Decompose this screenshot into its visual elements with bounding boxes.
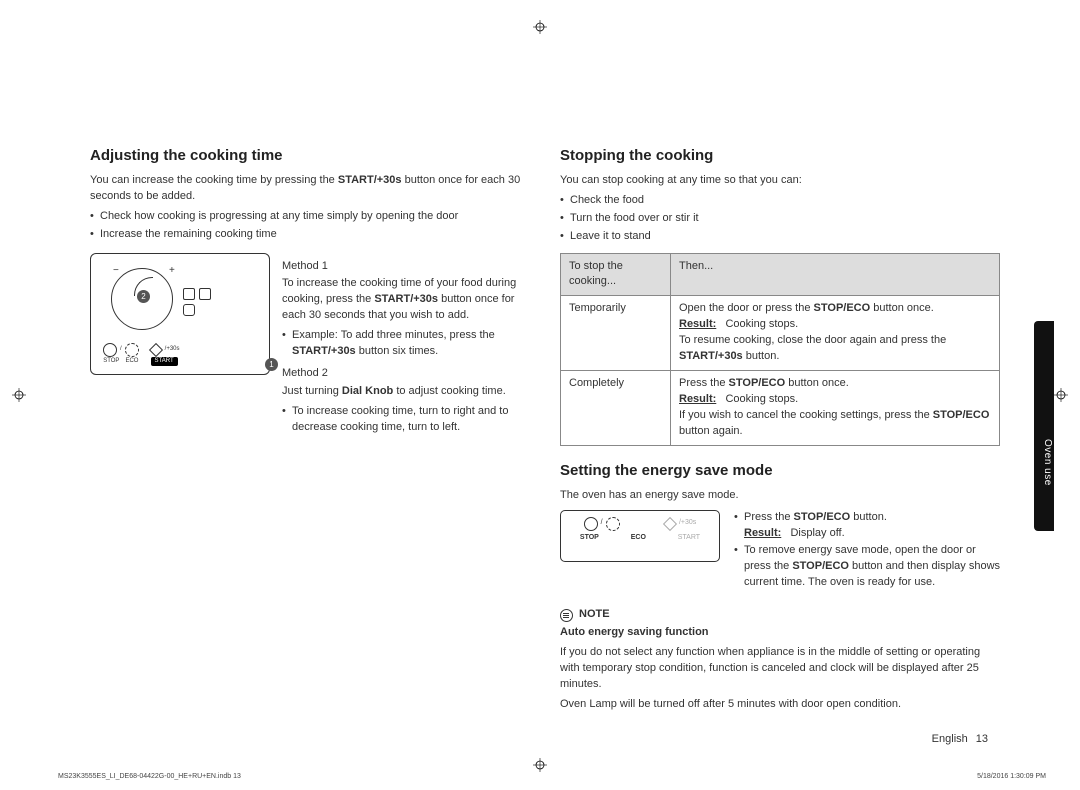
column-right: Stopping the cooking You can stop cookin… bbox=[560, 145, 1000, 717]
row-completely-body: Press the STOP/ECO button once. Result: … bbox=[671, 371, 1000, 446]
stop-eco-panel-figure: / /+30s STOP ECO START bbox=[560, 510, 720, 562]
stop-eco-button-icon: / STOPECO bbox=[103, 343, 139, 366]
method-1-heading: Method 1 bbox=[282, 259, 530, 275]
th-to-stop: To stop the cooking... bbox=[561, 253, 671, 296]
start-button-icon: /+30s START bbox=[149, 343, 180, 366]
stop-bullets: Check the food Turn the food over or sti… bbox=[560, 193, 1000, 245]
stop-cooking-table: To stop the cooking... Then... Temporari… bbox=[560, 253, 1000, 446]
method-2-bullet: To increase cooking time, turn to right … bbox=[282, 404, 530, 436]
th-then: Then... bbox=[671, 253, 1000, 296]
page-number: English13 bbox=[932, 732, 988, 748]
footer-timestamp: 5/18/2016 1:30:09 PM bbox=[977, 772, 1046, 782]
energy-bullets: Press the STOP/ECO button. Result: Displ… bbox=[734, 510, 1000, 598]
plus-icon: + bbox=[169, 264, 175, 279]
heading-energy-save: Setting the energy save mode bbox=[560, 460, 1000, 482]
note-subheading: Auto energy saving function bbox=[560, 625, 1000, 641]
row-temporarily-body: Open the door or press the STOP/ECO butt… bbox=[671, 296, 1000, 371]
methods-text: Method 1 To increase the cooking time of… bbox=[282, 253, 530, 442]
minus-icon: − bbox=[113, 264, 119, 279]
bullet: Increase the remaining cooking time bbox=[90, 227, 530, 243]
method-2-body: Just turning Dial Knob to adjust cooking… bbox=[282, 384, 530, 400]
heading-adjusting-time: Adjusting the cooking time bbox=[90, 145, 530, 167]
control-panel-figure: − + 2 / STOPECO /+30s START bbox=[90, 253, 270, 375]
column-left: Adjusting the cooking time You can incre… bbox=[90, 145, 530, 717]
note-paragraph-2: Oven Lamp will be turned off after 5 min… bbox=[560, 697, 1000, 713]
row-completely-label: Completely bbox=[561, 371, 671, 446]
registration-mark-right bbox=[1054, 388, 1068, 402]
intro-text: You can increase the cooking time by pre… bbox=[90, 173, 530, 205]
energy-intro: The oven has an energy save mode. bbox=[560, 488, 1000, 504]
callout-badge-2: 2 bbox=[137, 290, 150, 303]
callout-badge-1: 1 bbox=[265, 358, 278, 371]
bullet: Check how cooking is progressing at any … bbox=[90, 209, 530, 225]
note-paragraph-1: If you do not select any function when a… bbox=[560, 645, 1000, 693]
method-1-example: Example: To add three minutes, press the… bbox=[282, 328, 530, 360]
section-tab-oven-use: Oven use bbox=[1034, 321, 1054, 531]
row-temporarily-label: Temporarily bbox=[561, 296, 671, 371]
footer-filename: MS23K3555ES_LI_DE68-04422G-00_HE+RU+EN.i… bbox=[58, 772, 241, 782]
note-icon bbox=[560, 609, 573, 622]
intro-bullets: Check how cooking is progressing at any … bbox=[90, 209, 530, 243]
method-1-body: To increase the cooking time of your foo… bbox=[282, 276, 530, 324]
heading-stopping-cooking: Stopping the cooking bbox=[560, 145, 1000, 167]
registration-mark-bottom bbox=[533, 758, 547, 772]
print-footer: MS23K3555ES_LI_DE68-04422G-00_HE+RU+EN.i… bbox=[58, 772, 1046, 782]
note-heading: NOTE bbox=[560, 607, 1000, 623]
registration-mark-top bbox=[533, 20, 547, 34]
registration-mark-left bbox=[12, 388, 26, 402]
stop-intro: You can stop cooking at any time so that… bbox=[560, 173, 1000, 189]
mode-icons bbox=[183, 288, 243, 320]
method-2-heading: Method 2 bbox=[282, 366, 530, 382]
